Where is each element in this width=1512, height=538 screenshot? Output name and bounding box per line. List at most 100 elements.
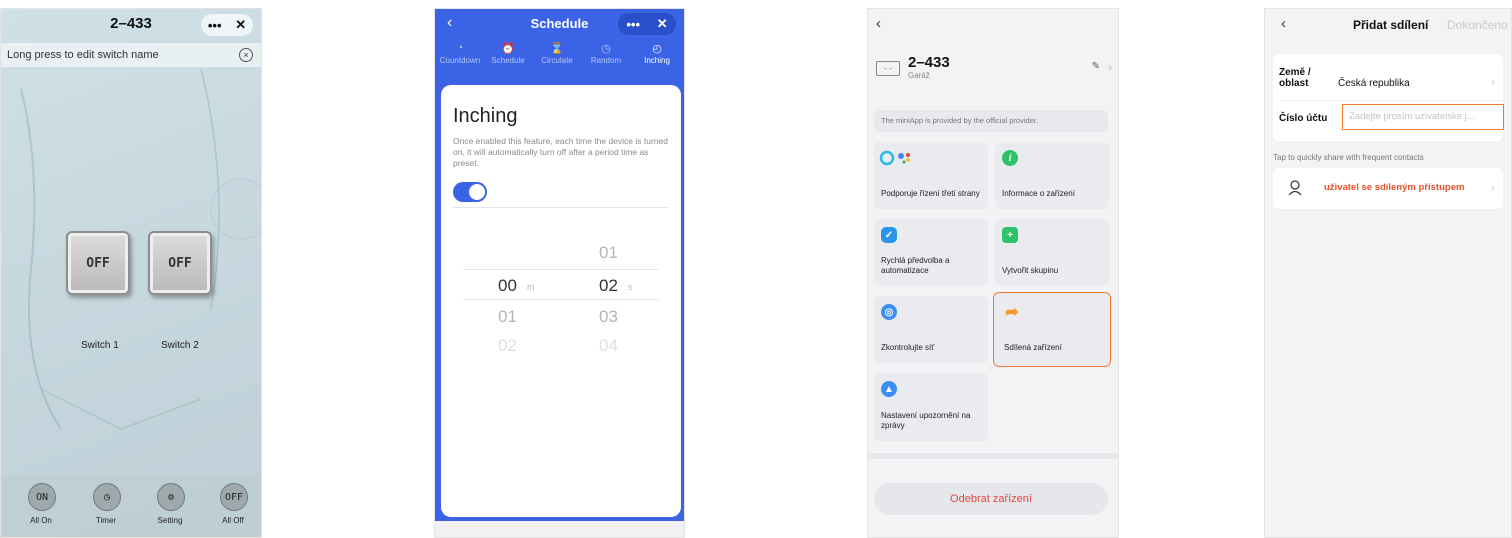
all-on-button[interactable]: ON bbox=[28, 483, 56, 511]
country-value[interactable]: Česká republika bbox=[1338, 78, 1410, 89]
done-button[interactable]: Dokončeno bbox=[1447, 18, 1508, 32]
picker-line-top bbox=[463, 269, 659, 270]
hint-text: Long press to edit switch name bbox=[7, 49, 159, 61]
switch-1-button[interactable]: OFF bbox=[66, 231, 130, 295]
tile-shared-devices[interactable]: ➦ Sdílená zařízení bbox=[993, 292, 1111, 367]
chevron-right-icon[interactable]: › bbox=[1108, 60, 1112, 74]
title-bar: 2–433 ••• ✕ bbox=[1, 9, 261, 39]
tab-schedule[interactable]: ⏰ Schedule bbox=[483, 42, 533, 65]
schedule-header: ‹ Schedule ••• ✕ ◔ Countdown ⏰ Schedule … bbox=[435, 9, 684, 83]
timer-icon[interactable]: ◷ bbox=[93, 483, 121, 511]
switch-panel: 2–433 ••• ✕ Long press to edit switch na… bbox=[0, 8, 262, 538]
tile-notification-settings[interactable]: ▲ Nastavení upozornění na zprávy bbox=[874, 373, 988, 441]
all-on-label: All On bbox=[30, 516, 52, 525]
back-icon[interactable]: ‹ bbox=[1281, 15, 1286, 32]
seconds-unit: s bbox=[628, 282, 633, 292]
close-hint-icon[interactable]: × bbox=[239, 48, 253, 62]
network-icon: ◎ bbox=[881, 304, 897, 320]
device-room: Garáž bbox=[908, 71, 930, 80]
share-form: Země / oblast Česká republika › Číslo úč… bbox=[1273, 54, 1504, 141]
card-title: Inching bbox=[453, 105, 518, 127]
tile-check-network[interactable]: ◎ Zkontrolujte síť bbox=[874, 296, 988, 363]
device-icon: - - bbox=[876, 61, 900, 76]
inching-toggle[interactable] bbox=[453, 182, 487, 202]
tile-device-info[interactable]: i Informace o zařízení bbox=[995, 142, 1109, 209]
seconds-selected[interactable]: 02 bbox=[599, 276, 618, 296]
tile-automation[interactable]: ✓ Rychlá předvolba a automatizace bbox=[874, 219, 988, 286]
edit-hint-banner: Long press to edit switch name × bbox=[1, 43, 261, 67]
tile-label: Nastavení upozornění na zprávy bbox=[881, 411, 971, 430]
device-panel: ‹ - - 2–433 Garáž ✎ › The miniApp is pro… bbox=[867, 8, 1119, 538]
tile-create-group[interactable]: + Vytvořit skupinu bbox=[995, 219, 1109, 286]
clock-icon: ◴ bbox=[652, 43, 662, 55]
timer-label: Timer bbox=[95, 516, 117, 525]
contact-row[interactable]: uživatel se sdíleným přístupem › bbox=[1273, 168, 1503, 209]
tab-inching[interactable]: ◴ Inching bbox=[632, 42, 682, 65]
minutes-option[interactable]: 01 bbox=[498, 307, 517, 327]
contact-name: uživatel se sdíleným přístupem bbox=[1324, 182, 1465, 193]
account-label: Číslo účtu bbox=[1279, 113, 1328, 124]
tile-third-party-control[interactable]: Podporuje řízení třetí strany bbox=[874, 142, 988, 209]
countdown-icon: ◔ bbox=[456, 42, 464, 54]
info-icon: i bbox=[1002, 150, 1018, 166]
provider-note: The miniApp is provided by the official … bbox=[874, 110, 1108, 132]
seconds-option[interactable]: 03 bbox=[599, 307, 618, 327]
remove-device-button[interactable]: Odebrat zařízení bbox=[874, 483, 1108, 515]
tab-circulate[interactable]: ⌛ Circulate bbox=[532, 42, 582, 65]
switch-1-label: Switch 1 bbox=[81, 340, 119, 351]
divider bbox=[868, 453, 1118, 459]
all-off-label: All Off bbox=[222, 516, 244, 525]
share-panel: ‹ Přidat sdílení Dokončeno Země / oblast… bbox=[1264, 8, 1512, 538]
bottom-toolbar: ON All On ◷ Timer ⚙ Setting OFF All Off bbox=[1, 475, 261, 537]
switch-2-button[interactable]: OFF bbox=[148, 231, 212, 295]
setting-icon[interactable]: ⚙ bbox=[157, 483, 185, 511]
hourglass-icon: ⌛ bbox=[550, 43, 564, 55]
automation-icon: ✓ bbox=[881, 227, 897, 243]
stopwatch-icon: ◷ bbox=[601, 43, 611, 55]
seconds-option[interactable]: 01 bbox=[599, 243, 618, 263]
minutes-unit: m bbox=[527, 282, 535, 292]
background-pattern bbox=[20, 68, 261, 430]
picker-line-bottom bbox=[463, 299, 659, 300]
tile-label: Podporuje řízení třetí strany bbox=[881, 189, 980, 198]
tile-label: Zkontrolujte síť bbox=[881, 343, 935, 352]
tab-random[interactable]: ◷ Random bbox=[581, 42, 631, 65]
chevron-right-icon[interactable]: › bbox=[1491, 75, 1495, 89]
divider bbox=[453, 207, 669, 208]
country-label: Země / oblast bbox=[1279, 67, 1311, 89]
close-icon[interactable]: ✕ bbox=[657, 16, 668, 32]
inching-card: Inching Once enabled this feature, each … bbox=[441, 85, 681, 517]
tile-label: Sdílená zařízení bbox=[1004, 343, 1062, 352]
schedule-panel: ‹ Schedule ••• ✕ ◔ Countdown ⏰ Schedule … bbox=[434, 8, 685, 538]
chevron-right-icon[interactable]: › bbox=[1491, 181, 1495, 195]
back-icon[interactable]: ‹ bbox=[876, 15, 881, 32]
tile-label: Vytvořit skupinu bbox=[1002, 266, 1059, 275]
mini-app-capsule: ••• ✕ bbox=[618, 13, 676, 35]
switch-2-label: Switch 2 bbox=[161, 340, 199, 351]
close-icon[interactable]: ✕ bbox=[235, 17, 246, 33]
more-icon[interactable]: ••• bbox=[626, 17, 640, 32]
page-title: Přidat sdílení bbox=[1353, 18, 1429, 32]
all-off-button[interactable]: OFF bbox=[220, 483, 248, 511]
tile-label: Informace o zařízení bbox=[1002, 189, 1075, 198]
minutes-selected[interactable]: 00 bbox=[498, 276, 517, 296]
assistant-icon bbox=[879, 150, 917, 166]
quick-share-hint: Tap to quickly share with frequent conta… bbox=[1273, 153, 1424, 162]
toggle-knob bbox=[469, 184, 485, 200]
alarm-icon: ⏰ bbox=[501, 43, 515, 55]
inching-description: Once enabled this feature, each time the… bbox=[453, 136, 668, 168]
mini-app-capsule: ••• ✕ bbox=[201, 14, 253, 36]
edit-icon[interactable]: ✎ bbox=[1092, 61, 1100, 72]
account-input[interactable]: Zadejte prosím uzivatelske j... bbox=[1342, 104, 1504, 130]
divider bbox=[1279, 100, 1503, 101]
minutes-option[interactable]: 02 bbox=[498, 336, 517, 356]
group-add-icon: + bbox=[1002, 227, 1018, 243]
more-icon[interactable]: ••• bbox=[208, 18, 222, 33]
user-icon bbox=[1288, 180, 1302, 196]
tab-countdown[interactable]: ◔ Countdown bbox=[435, 42, 485, 65]
bell-icon: ▲ bbox=[881, 381, 897, 397]
device-name: 2–433 bbox=[908, 54, 950, 71]
seconds-option[interactable]: 04 bbox=[599, 336, 618, 356]
share-icon: ➦ bbox=[1005, 304, 1019, 321]
tile-label: Rychlá předvolba a automatizace bbox=[881, 256, 950, 275]
